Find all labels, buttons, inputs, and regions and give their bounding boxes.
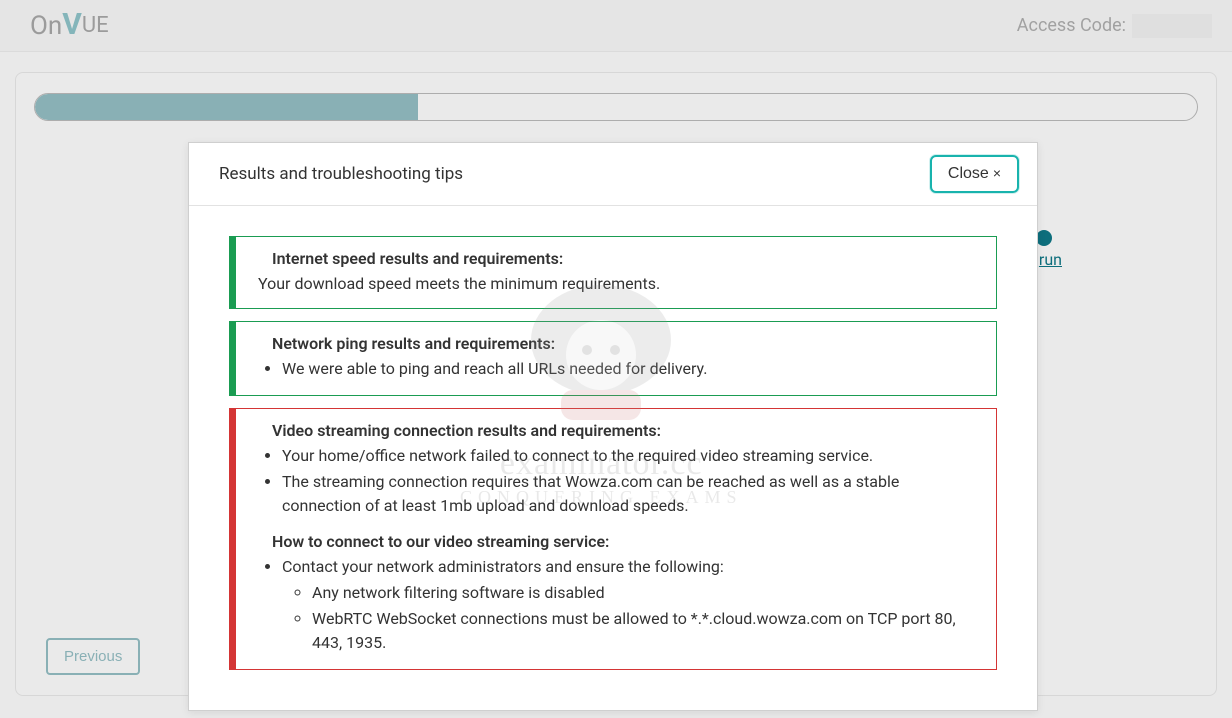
list-item: We were able to ping and reach all URLs … <box>282 357 982 381</box>
list-item: Your home/office network failed to conne… <box>282 444 982 468</box>
tip-video-streaming: Video streaming connection results and r… <box>229 408 997 670</box>
logo: OnVUE <box>30 8 109 43</box>
modal-title: Results and troubleshooting tips <box>219 164 463 184</box>
topbar: OnVUE Access Code: <box>0 0 1232 52</box>
list-item-text: Contact your network administrators and … <box>282 557 724 576</box>
tip-second-title: How to connect to our video streaming se… <box>248 532 982 551</box>
tip-title: Video streaming connection results and r… <box>248 421 982 440</box>
list-item: Any network filtering software is disabl… <box>312 581 982 605</box>
progress-fill <box>35 94 418 120</box>
list-item: WebRTC WebSocket connections must be all… <box>312 607 982 655</box>
previous-button[interactable]: Previous <box>46 638 140 675</box>
tip-internet-speed: Internet speed results and requirements:… <box>229 236 997 309</box>
tip-network-ping: Network ping results and requirements: W… <box>229 321 997 396</box>
access-code-value <box>1132 14 1212 38</box>
tip-title: Internet speed results and requirements: <box>248 249 982 268</box>
logo-text-v: V <box>62 7 82 42</box>
status-dot-icon <box>1036 230 1052 246</box>
modal-header: Results and troubleshooting tips Close× <box>189 143 1037 206</box>
logo-text-ue: UE <box>82 13 109 38</box>
progress-bar <box>34 93 1198 121</box>
modal-body: Internet speed results and requirements:… <box>189 206 1037 710</box>
troubleshoot-modal: Results and troubleshooting tips Close× … <box>188 142 1038 711</box>
run-link[interactable]: run <box>1039 250 1062 269</box>
access-code-label-wrap: Access Code: <box>1017 14 1212 38</box>
close-icon: × <box>993 165 1001 181</box>
list-item: Contact your network administrators and … <box>282 555 982 655</box>
access-code-label: Access Code: <box>1017 15 1126 36</box>
close-label: Close <box>948 165 989 182</box>
tip-body: Your download speed meets the minimum re… <box>248 272 982 296</box>
list-item: The streaming connection requires that W… <box>282 470 982 518</box>
tip-title: Network ping results and requirements: <box>248 334 982 353</box>
close-button[interactable]: Close× <box>930 155 1019 193</box>
logo-text-on: On <box>30 11 62 41</box>
